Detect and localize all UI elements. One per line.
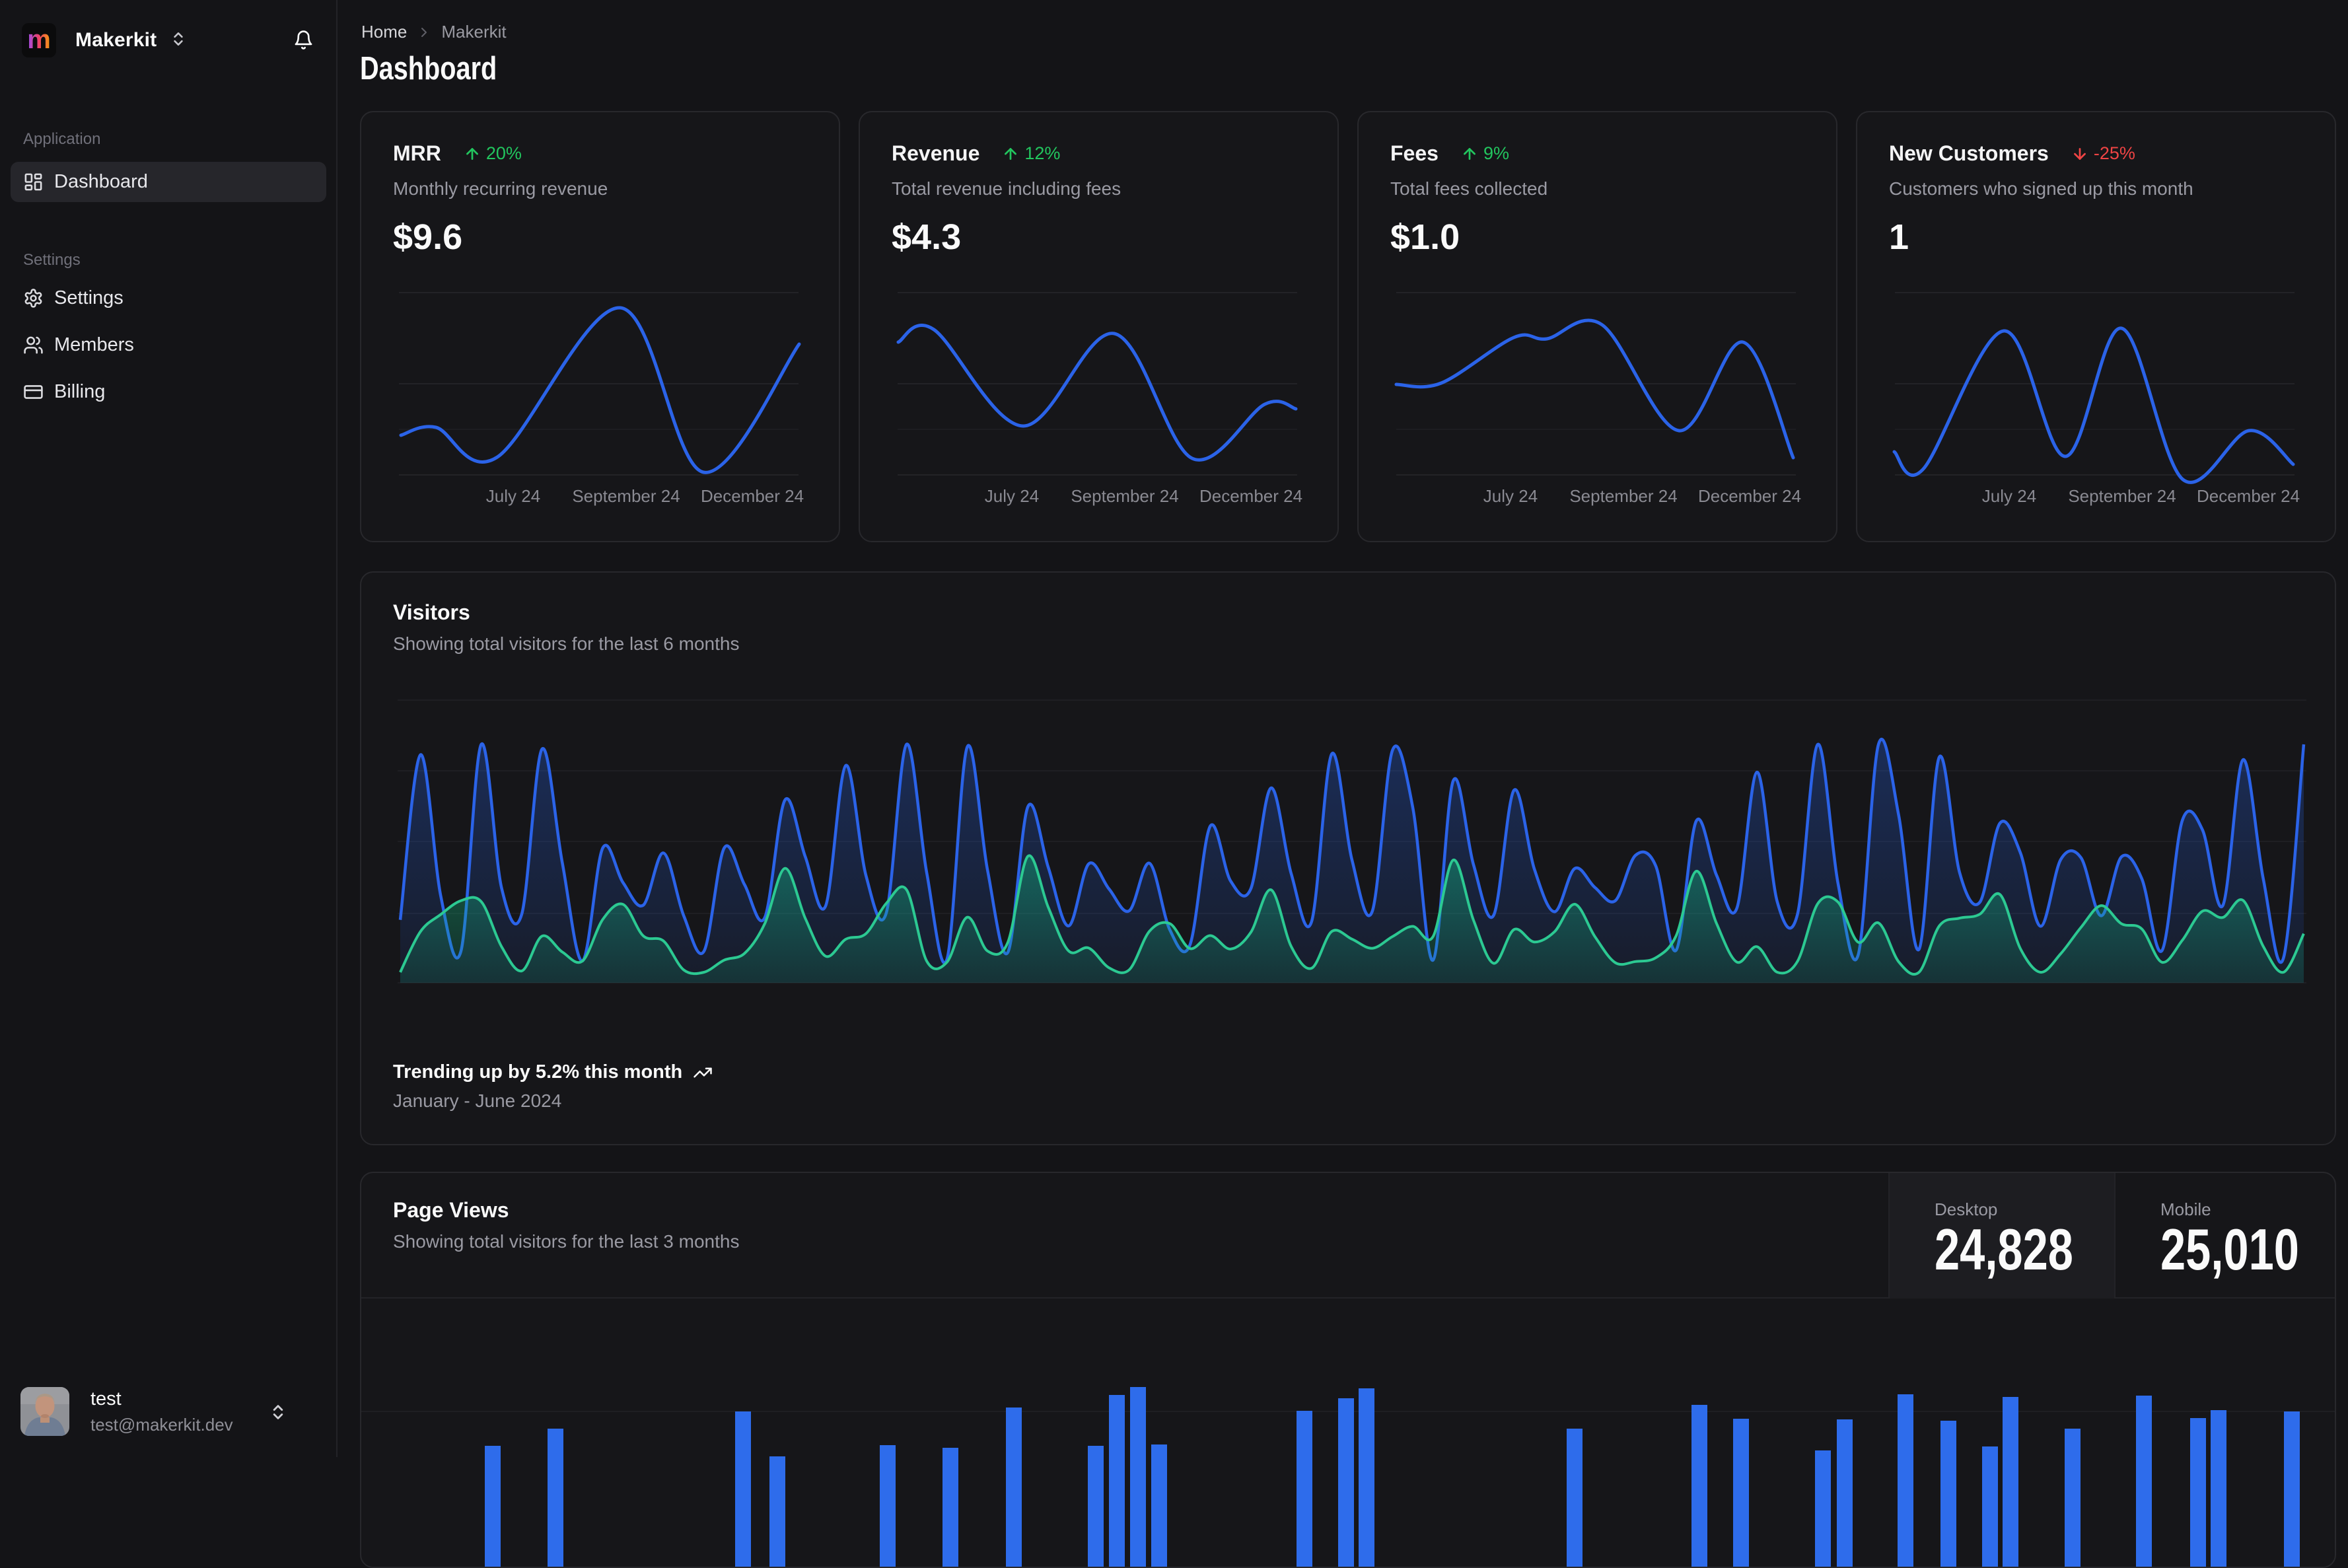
svg-text:m: m	[27, 25, 51, 54]
